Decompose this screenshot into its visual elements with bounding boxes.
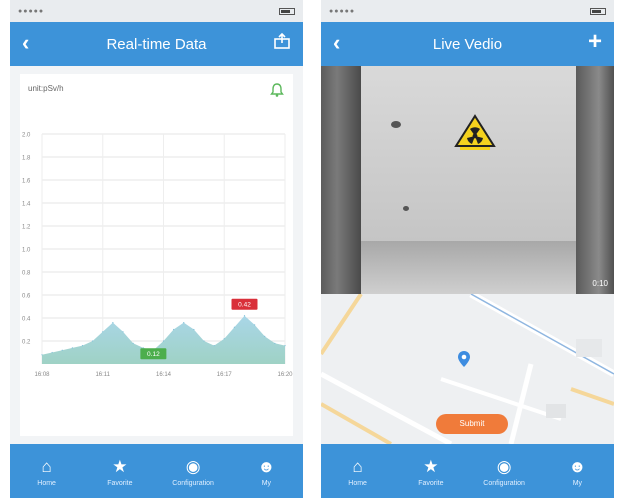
y-tick-label: 1.6 <box>22 179 31 185</box>
header: ‹ Live Vedio + <box>321 22 614 66</box>
x-tick-label: 16:08 <box>34 372 50 378</box>
data-point <box>274 342 276 344</box>
x-tick-label: 16:14 <box>156 372 172 378</box>
data-point <box>81 345 84 347</box>
live-video-screen: ●●●●● ‹ Live Vedio + 0:10 Submit ⌂ Home … <box>321 0 614 498</box>
home-icon: ⌂ <box>352 456 363 476</box>
data-point <box>112 322 114 324</box>
real-time-data-screen: ●●●●● ‹ Real-time Data unit:pSv/h 0.2 0.4… <box>10 0 303 498</box>
video-timer: 0:10 <box>592 279 608 288</box>
data-point <box>51 351 53 354</box>
export-icon[interactable] <box>273 32 291 56</box>
location-pin-icon[interactable] <box>457 350 471 368</box>
tab-label: Home <box>348 479 367 487</box>
data-point <box>92 340 94 342</box>
back-icon[interactable]: ‹ <box>333 30 340 56</box>
tab-favorite[interactable]: ★ Favorite <box>401 456 461 487</box>
data-point <box>193 328 195 331</box>
y-tick-label: 1.2 <box>22 225 31 231</box>
user-icon: ☻ <box>568 456 587 476</box>
battery-icon <box>590 7 606 15</box>
page-title: Live Vedio <box>432 35 503 53</box>
live-video-feed[interactable]: 0:10 <box>321 66 614 294</box>
tab-label: Configuration <box>483 479 525 487</box>
chart-card: unit:pSv/h 0.2 0.4 0.6 0.8 1.0 1.2 1.4 1.6 1.8 2.… <box>20 74 293 436</box>
data-point <box>71 347 73 349</box>
y-tick-label: 0.8 <box>22 271 31 277</box>
tab-configuration[interactable]: ◉ Configuration <box>474 456 534 487</box>
tab-my[interactable]: ☻ My <box>236 456 296 487</box>
data-point <box>41 354 43 356</box>
submit-button[interactable]: Submit <box>436 414 508 434</box>
data-point <box>223 338 225 340</box>
tab-label: Favorite <box>418 479 444 487</box>
tab-configuration[interactable]: ◉ Configuration <box>163 456 223 487</box>
data-point <box>122 331 124 333</box>
plus-icon[interactable]: + <box>588 28 602 56</box>
status-bar: ●●●●● <box>10 0 303 22</box>
star-icon: ★ <box>112 456 128 476</box>
y-tick-label: 0.2 <box>22 340 31 346</box>
tab-my[interactable]: ☻ My <box>547 456 607 487</box>
tab-favorite[interactable]: ★ Favorite <box>90 456 150 487</box>
tab-bar: ⌂ Home ★ Favorite ◉ Configuration ☻ My <box>10 444 303 498</box>
y-tick-label: 2.0 <box>22 133 31 139</box>
tab-label: Favorite <box>107 479 133 487</box>
x-tick-label: 16:17 <box>217 372 233 378</box>
back-icon[interactable]: ‹ <box>22 30 29 56</box>
data-point <box>233 326 235 328</box>
radiation-area-chart: 0.2 0.4 0.6 0.8 1.0 1.2 1.4 1.6 1.8 2.0 16:08 16:11… <box>22 133 293 379</box>
data-point <box>132 342 134 344</box>
tab-home[interactable]: ⌂ Home <box>17 456 77 487</box>
signal-strength: ●●●●● <box>18 7 45 15</box>
tab-label: Home <box>37 479 56 487</box>
eye-icon: ◉ <box>496 456 512 476</box>
tab-bar: ⌂ Home ★ Favorite ◉ Configuration ☻ My <box>321 444 614 498</box>
tab-label: Configuration <box>172 479 214 487</box>
radiation-warning-sign <box>454 114 496 150</box>
user-icon: ☻ <box>257 456 276 476</box>
video-floor <box>361 241 576 294</box>
home-icon: ⌂ <box>41 456 52 476</box>
location-map[interactable]: Submit <box>321 294 614 444</box>
y-tick-label: 1.4 <box>22 202 31 208</box>
y-tick-label: 0.4 <box>22 317 31 323</box>
video-pillar-right <box>576 66 614 294</box>
y-tick-label: 1.8 <box>22 156 31 162</box>
data-point <box>61 349 63 351</box>
data-point <box>102 331 104 333</box>
battery-icon <box>279 7 295 15</box>
min-value-label: 0.12 <box>147 351 160 358</box>
tab-label: My <box>572 479 583 487</box>
signal-strength: ●●●●● <box>329 7 356 15</box>
data-point <box>264 335 266 337</box>
data-point <box>284 345 286 347</box>
data-point <box>173 328 175 331</box>
data-point <box>243 315 246 317</box>
star-icon: ★ <box>423 456 439 476</box>
data-point <box>254 324 256 326</box>
data-point <box>203 340 205 342</box>
x-tick-label: 16:11 <box>95 372 110 378</box>
x-tick-label: 16:20 <box>277 372 293 378</box>
video-pillar-left <box>321 66 361 294</box>
y-tick-label: 0.6 <box>22 294 31 300</box>
header: ‹ Real-time Data <box>10 22 303 66</box>
status-bar: ●●●●● <box>321 0 614 22</box>
tab-home[interactable]: ⌂ Home <box>328 456 388 487</box>
max-value-label: 0.42 <box>238 302 251 309</box>
data-point <box>213 345 215 347</box>
y-tick-label: 1.0 <box>22 248 31 254</box>
data-point <box>162 340 165 342</box>
data-point <box>183 322 185 324</box>
tab-label: My <box>261 479 272 487</box>
eye-icon: ◉ <box>185 456 201 476</box>
video-detail <box>403 206 409 211</box>
video-wall <box>361 66 576 241</box>
video-detail <box>391 121 401 128</box>
page-title: Real-time Data <box>106 35 207 53</box>
